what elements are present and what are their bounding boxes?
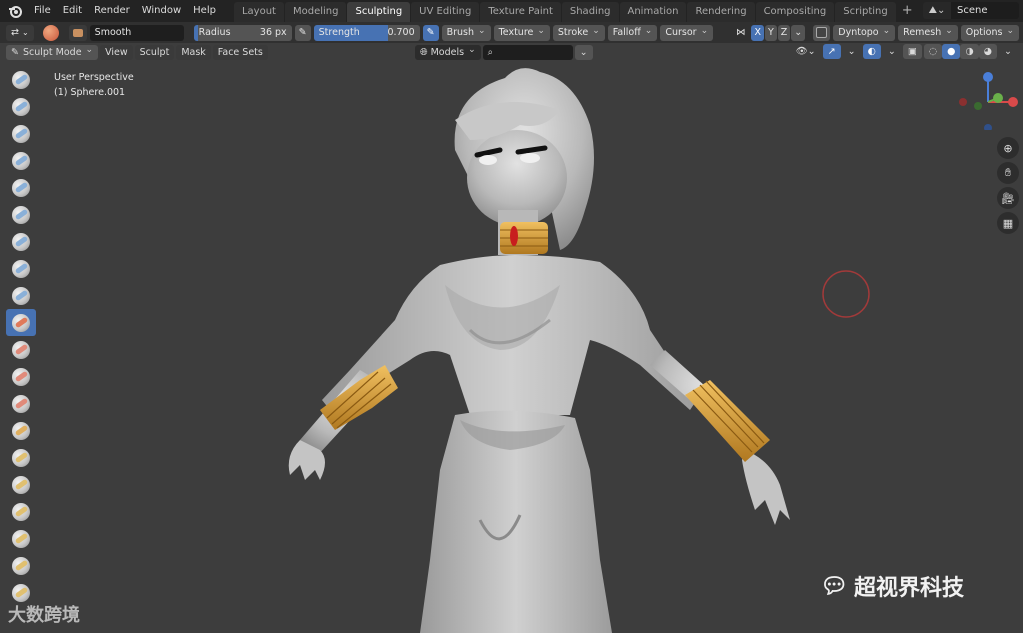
thumb-brush-icon xyxy=(12,556,30,575)
snake-hook-brush-icon xyxy=(12,529,30,548)
tool-multiplane-scrape-brush[interactable] xyxy=(6,417,36,444)
brush-cursor xyxy=(822,270,870,318)
inflate-brush-icon xyxy=(12,232,30,251)
tool-draw-brush[interactable] xyxy=(6,66,36,93)
wechat-icon: 💬︎ xyxy=(820,573,848,599)
watermark-left: 大数跨境 xyxy=(8,605,80,626)
tool-thumb-brush[interactable] xyxy=(6,552,36,579)
draw-brush-icon xyxy=(12,70,30,89)
hand-icon: ✋︎ xyxy=(1004,166,1012,179)
tool-draw-sharp-brush[interactable] xyxy=(6,93,36,120)
tool-scrape-brush[interactable] xyxy=(6,390,36,417)
viewport-info: User Perspective (1) Sphere.001 xyxy=(54,70,134,100)
tool-snake-hook-brush[interactable] xyxy=(6,525,36,552)
toggle-perspective-button[interactable]: ▦ xyxy=(997,212,1019,234)
pan-view-button[interactable]: ✋︎ xyxy=(997,162,1019,184)
camera-view-button[interactable]: 🎥︎ xyxy=(997,187,1019,209)
flatten-brush-icon xyxy=(12,340,30,359)
clay-brush-icon xyxy=(12,124,30,143)
tool-clay-thumb-brush[interactable] xyxy=(6,174,36,201)
scrape-brush-icon xyxy=(12,394,30,413)
draw-sharp-brush-icon xyxy=(12,97,30,116)
tool-fill-brush[interactable] xyxy=(6,363,36,390)
active-object-label: (1) Sphere.001 xyxy=(54,87,126,98)
tool-layer-brush[interactable] xyxy=(6,201,36,228)
watermark-right-text: 超视界科技 xyxy=(853,576,964,601)
tool-clay-brush[interactable] xyxy=(6,120,36,147)
zoom-icon: ⊕ xyxy=(1003,141,1013,155)
grab-brush-icon xyxy=(12,475,30,494)
view-perspective-label: User Perspective xyxy=(54,72,134,83)
tool-clay-strips-brush[interactable] xyxy=(6,147,36,174)
camera-icon: 🎥︎ xyxy=(1001,191,1015,205)
crease-brush-icon xyxy=(12,286,30,305)
tool-flatten-brush[interactable] xyxy=(6,336,36,363)
pinch-brush-icon xyxy=(12,448,30,467)
elastic-deform-brush-icon xyxy=(12,502,30,521)
clay-strips-brush-icon xyxy=(12,151,30,170)
blob-brush-icon xyxy=(12,259,30,278)
clay-thumb-brush-icon xyxy=(12,178,30,197)
tool-grab-brush[interactable] xyxy=(6,471,36,498)
tool-pinch-brush[interactable] xyxy=(6,444,36,471)
smooth-brush-icon xyxy=(12,313,30,332)
tool-smooth-brush[interactable] xyxy=(6,309,36,336)
tool-elastic-deform-brush[interactable] xyxy=(6,498,36,525)
layer-brush-icon xyxy=(12,205,30,224)
watermark-right: 💬︎ 超视界科技 xyxy=(820,570,964,602)
navigation-gizmo[interactable] xyxy=(958,70,1018,130)
pose-brush-icon xyxy=(12,583,30,602)
fill-brush-icon xyxy=(12,367,30,386)
sculpt-character-model[interactable] xyxy=(0,0,1023,633)
grid-icon: ▦ xyxy=(1002,216,1014,230)
tool-crease-brush[interactable] xyxy=(6,282,36,309)
multiplane-scrape-brush-icon xyxy=(12,421,30,440)
tool-inflate-brush[interactable] xyxy=(6,228,36,255)
tool-blob-brush[interactable] xyxy=(6,255,36,282)
zoom-view-button[interactable]: ⊕ xyxy=(997,137,1019,159)
sculpt-toolbar xyxy=(6,66,36,606)
